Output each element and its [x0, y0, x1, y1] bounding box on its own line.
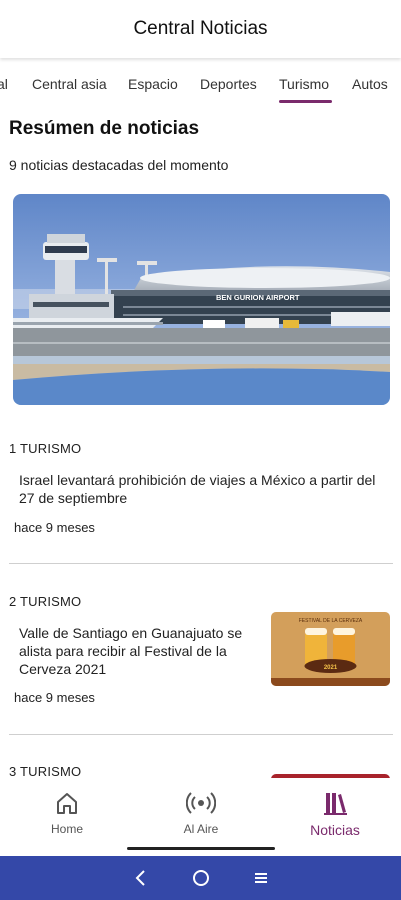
news-category: 2 TURISMO — [9, 594, 82, 609]
news-item-2[interactable]: 2 TURISMO Valle de Santiago en Guanajuat… — [0, 594, 401, 744]
news-item-3[interactable]: 3 TURISMO — [0, 764, 401, 778]
broadcast-icon — [186, 792, 216, 814]
news-divider — [9, 734, 393, 735]
airport-sign: BEN GURION AIRPORT — [216, 293, 300, 302]
nav-noticias[interactable]: Noticias — [275, 788, 395, 838]
news-divider — [9, 563, 393, 564]
news-timestamp: hace 9 meses — [14, 690, 95, 705]
thumbnail-logo-text: 2021 — [324, 665, 338, 671]
nav-al-aire-label: Al Aire — [183, 822, 219, 836]
hero-image[interactable]: BEN GURION AIRPORT — [13, 194, 390, 405]
category-tabs: al Central asia Espacio Deportes Turismo… — [0, 60, 401, 106]
home-icon — [57, 793, 77, 814]
system-navigation-bar — [0, 856, 401, 900]
nav-al-aire[interactable]: Al Aire — [141, 788, 261, 836]
gesture-bar — [127, 847, 275, 850]
tab-turismo[interactable]: Turismo — [279, 76, 329, 92]
tab-autos[interactable]: Autos — [352, 76, 388, 92]
tab-central-asia[interactable]: Central asia — [32, 76, 107, 92]
news-category: 1 TURISMO — [9, 441, 82, 456]
back-icon[interactable] — [131, 868, 151, 888]
beer-festival-illustration: FESTIVAL DE LA CERVEZA 2021 — [271, 612, 390, 686]
library-icon — [324, 793, 347, 815]
news-feed[interactable]: Resúmen de noticias 9 noticias destacada… — [0, 106, 401, 778]
bottom-navigation: Home Al Aire Noticias — [0, 778, 401, 856]
news-headline[interactable]: Valle de Santiago en Guanajuato se alist… — [19, 624, 254, 678]
app-title: Central Noticias — [133, 18, 268, 39]
news-headline[interactable]: Israel levantará prohibición de viajes a… — [19, 471, 389, 507]
app-bar: Central Noticias — [0, 0, 401, 58]
news-item-1[interactable]: 1 TURISMO Israel levantará prohibición d… — [0, 436, 401, 566]
section-subtitle: 9 noticias destacadas del momento — [9, 157, 229, 173]
nav-home[interactable]: Home — [7, 788, 127, 836]
tab-general[interactable]: al — [0, 76, 8, 92]
airport-illustration: BEN GURION AIRPORT — [13, 194, 390, 405]
nav-home-label: Home — [50, 822, 83, 836]
tab-espacio[interactable]: Espacio — [128, 76, 178, 92]
news-thumbnail[interactable]: FESTIVAL DE LA CERVEZA 2021 — [271, 612, 390, 686]
tab-deportes[interactable]: Deportes — [200, 76, 257, 92]
news-timestamp: hace 9 meses — [14, 520, 95, 535]
news-category: 3 TURISMO — [9, 764, 82, 778]
home-circle-icon[interactable] — [191, 868, 211, 888]
menu-icon[interactable] — [251, 868, 271, 888]
thumbnail-caption: FESTIVAL DE LA CERVEZA — [299, 618, 363, 624]
nav-noticias-label: Noticias — [310, 822, 360, 838]
section-title: Resúmen de noticias — [9, 118, 200, 139]
active-tab-indicator — [279, 100, 332, 103]
